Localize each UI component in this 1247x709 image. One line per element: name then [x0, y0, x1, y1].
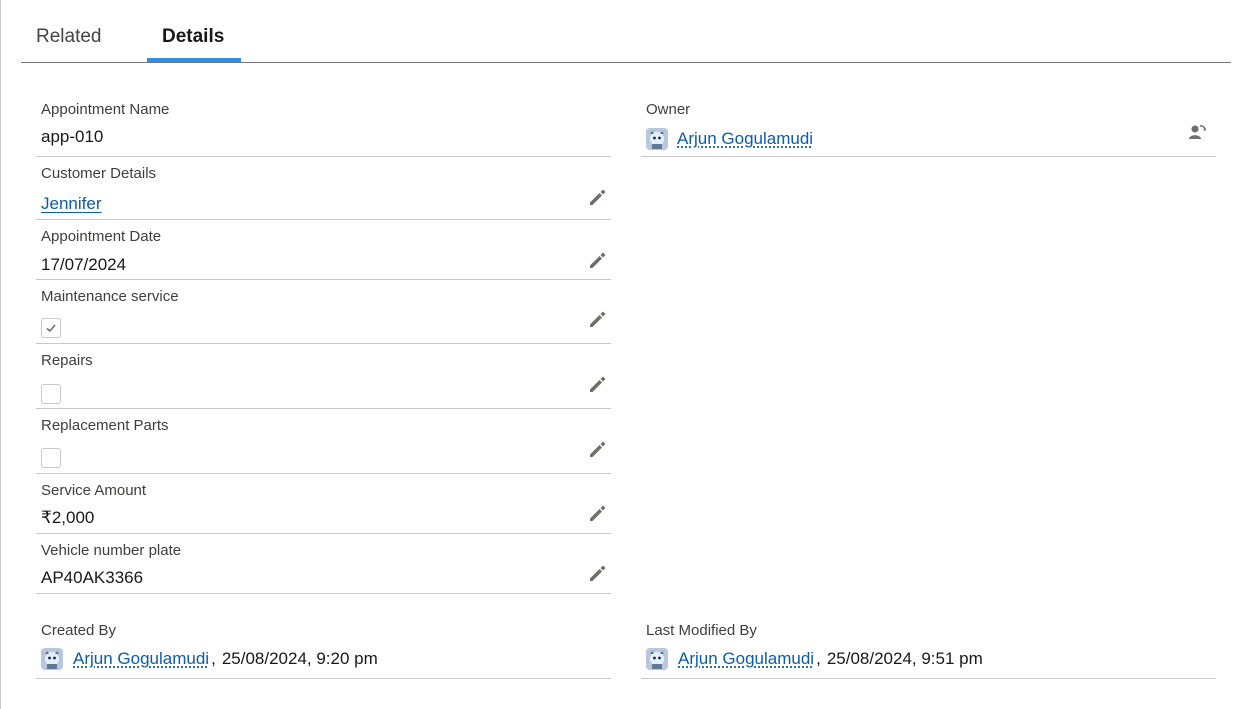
active-tab-indicator — [147, 58, 241, 62]
maintenance-service-label: Maintenance service — [41, 288, 179, 305]
user-avatar-icon — [646, 648, 668, 670]
field-repairs: Repairs — [36, 343, 611, 409]
user-avatar-icon — [646, 128, 668, 150]
created-by-separator: , — [211, 649, 216, 668]
checkmark-icon — [46, 324, 56, 333]
edit-vehicle-number-plate-pencil-icon[interactable] — [586, 562, 608, 584]
field-last-modified-by: Last Modified By Arjun Gogulamudi , 25/0… — [641, 613, 1216, 679]
edit-maintenance-service-pencil-icon[interactable] — [586, 308, 608, 330]
owner-label: Owner — [646, 101, 691, 118]
field-maintenance-service: Maintenance service — [36, 279, 611, 344]
appointment-date-label: Appointment Date — [41, 228, 162, 245]
appointment-name-label: Appointment Name — [41, 101, 170, 118]
created-by-date: 25/08/2024, 9:20 pm — [221, 649, 378, 668]
last-modified-by-separator: , — [816, 649, 821, 668]
last-modified-by-label: Last Modified By — [646, 622, 757, 639]
field-created-by: Created By Arjun Gogulamudi , 25/08/2024… — [36, 613, 611, 679]
field-vehicle-number-plate: Vehicle number plate AP40AK3366 — [36, 533, 611, 594]
edit-service-amount-pencil-icon[interactable] — [586, 502, 608, 524]
user-avatar-icon — [41, 648, 63, 670]
created-by-row: Arjun Gogulamudi , 25/08/2024, 9:20 pm — [41, 648, 378, 670]
owner-row: Arjun Gogulamudi — [646, 128, 813, 150]
vehicle-number-plate-value: AP40AK3366 — [41, 568, 144, 587]
field-appointment-date: Appointment Date 17/07/2024 — [36, 219, 611, 280]
owner-link[interactable]: Arjun Gogulamudi — [677, 129, 813, 149]
replacement-parts-label: Replacement Parts — [41, 417, 169, 434]
edit-repairs-pencil-icon[interactable] — [586, 373, 608, 395]
change-owner-icon[interactable] — [1186, 121, 1208, 143]
last-modified-by-date: 25/08/2024, 9:51 pm — [826, 649, 983, 668]
appointment-date-value: 17/07/2024 — [41, 255, 127, 274]
appointment-name-value: app-010 — [41, 127, 104, 146]
edit-customer-details-pencil-icon[interactable] — [586, 186, 608, 208]
customer-details-label: Customer Details — [41, 165, 157, 182]
repairs-checkbox[interactable] — [41, 384, 61, 404]
edit-replacement-parts-pencil-icon[interactable] — [586, 438, 608, 460]
edit-appointment-date-pencil-icon[interactable] — [586, 249, 608, 271]
maintenance-service-checkbox[interactable] — [41, 318, 61, 338]
field-replacement-parts: Replacement Parts — [36, 408, 611, 474]
created-by-link[interactable]: Arjun Gogulamudi — [73, 649, 209, 669]
vehicle-number-plate-label: Vehicle number plate — [41, 542, 182, 559]
service-amount-label: Service Amount — [41, 482, 147, 499]
created-by-label: Created By — [41, 622, 117, 639]
tab-details[interactable]: Details — [162, 26, 224, 48]
field-customer-details: Customer Details Jennifer — [36, 156, 611, 220]
last-modified-by-link[interactable]: Arjun Gogulamudi — [678, 649, 814, 669]
tab-bar: Related Details — [21, 0, 1231, 63]
repairs-label: Repairs — [41, 352, 93, 369]
replacement-parts-checkbox[interactable] — [41, 448, 61, 468]
field-owner: Owner Arjun Gogulamudi — [641, 92, 1216, 157]
field-service-amount: Service Amount ₹2,000 — [36, 473, 611, 534]
tab-related[interactable]: Related — [36, 26, 102, 48]
panel-left-border — [0, 0, 1, 709]
customer-details-link[interactable]: Jennifer — [41, 194, 101, 214]
field-appointment-name: Appointment Name app-010 — [36, 92, 611, 157]
last-modified-by-row: Arjun Gogulamudi , 25/08/2024, 9:51 pm — [646, 648, 983, 670]
service-amount-value: ₹2,000 — [41, 508, 95, 527]
